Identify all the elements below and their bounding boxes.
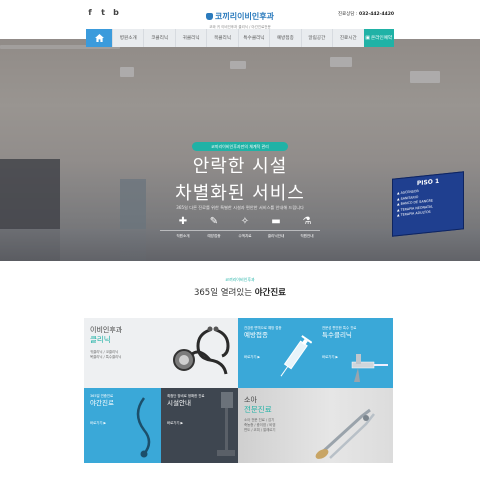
logo[interactable]: 코끼리이비인후과 코와 귀 이비인후과 클리닉 / 야간진료전문 — [0, 5, 480, 30]
hero-title-line2: 차별화된 서비스 — [175, 183, 305, 204]
hero-icons: ✚ 직원소개 ✎ 예방접종 ✧ 수액치료 ▬ 클리닉안내 ⚗ 직원안내 — [171, 215, 319, 245]
syringe-icon: ✎ — [209, 215, 219, 227]
hero-banner: PISO 1 ▲ ASCENSOR ▲ SANITARIO ▲ BANCO DE… — [0, 39, 480, 261]
hero-icon-item[interactable]: ⚗ 직원안내 — [295, 215, 319, 245]
hero-icon-item[interactable]: ✎ 예방접종 — [202, 215, 226, 245]
nav-online-reservation[interactable]: ▣ 온라인예약 — [363, 29, 394, 47]
forceps-icon — [315, 408, 375, 459]
nav-item-throat[interactable]: 목클리닉 — [206, 29, 237, 47]
nav-item-hours[interactable]: 진료시간 — [332, 29, 363, 47]
card-ent-clinic[interactable]: 이비인후과 클리닉 귀클리닉 / 코클리닉 목클리닉 / 특수클리닉 — [84, 318, 238, 388]
nav-item-ear[interactable]: 귀클리닉 — [174, 29, 206, 47]
nav-home-button[interactable] — [86, 29, 112, 47]
card-vaccine[interactable]: 건강한 면역으로 예방 접종 예방접종 바로가기 ▶ — [238, 318, 316, 388]
medicine-icon: ✧ — [240, 215, 250, 227]
calendar-icon: ▣ — [365, 35, 371, 41]
phone-info: 진료상담 : 032-442-4420 — [338, 11, 394, 17]
card-night-clinic[interactable]: 365일 연중진료 야간진료 바로가기 ▶ — [84, 388, 161, 463]
tooth-icon — [206, 13, 214, 20]
top-bar: f t b 코끼리이비인후과 코와 귀 이비인후과 클리닉 / 야간진료전문 진… — [0, 0, 480, 30]
surgical-tool-icon — [351, 354, 388, 382]
card-pediatric[interactable]: 소아 전문진료 소아 전문 진료 / 감기 축농증 / 중이염 / 비염 편도 … — [238, 388, 393, 463]
pill-icon: ▬ — [271, 215, 281, 227]
service-grid: 이비인후과 클리닉 귀클리닉 / 코클리닉 목클리닉 / 특수클리닉 건강한 면… — [84, 318, 393, 463]
logo-text: 코끼리이비인후과 — [215, 12, 274, 21]
card-facility[interactable]: 최첨단 장비로 정확한 진료 시설안내 바로가기 ▶ — [161, 388, 238, 463]
hero-icon-item[interactable]: ▬ 클리닉안내 — [264, 215, 288, 245]
phone-label: 진료상담 : — [338, 12, 358, 17]
hero-description: 365일 다른 진료를 위한 특별한 시설과 편안한 서비스를 안내해 드립니다 — [176, 205, 304, 210]
medical-equipment-icon — [217, 392, 235, 456]
hero-badge: 코끼리이비인후과만의 체계적 관리 — [192, 142, 288, 151]
card-special-clinic[interactable]: 전문성 편안한 특수 진료 특수클리닉 바로가기 ▶ — [316, 318, 393, 388]
home-icon — [94, 34, 104, 42]
hero-title-line1: 안락한 시설 — [192, 156, 288, 177]
syringe-icon — [280, 335, 312, 377]
hero-icon-item[interactable]: ✧ 수액치료 — [233, 215, 257, 245]
nav-item-about[interactable]: 병원소개 — [112, 29, 143, 47]
section-title: 365일 열려있는 야간진료 — [193, 288, 286, 298]
nav-item-special[interactable]: 특수클리닉 — [237, 29, 269, 47]
section-kicker: 코끼리이비인후과 — [225, 277, 255, 282]
phone-number[interactable]: 032-442-4420 — [359, 12, 394, 17]
main-nav: 병원소개 코클리닉 귀클리닉 목클리닉 특수클리닉 예방접종 알림공간 진료시간… — [86, 29, 394, 47]
hospital-icon: ✚ — [178, 215, 188, 227]
nav-item-nose[interactable]: 코클리닉 — [143, 29, 174, 47]
stethoscope-icon — [136, 397, 151, 458]
stethoscope-icon — [173, 326, 230, 375]
nav-item-vaccine[interactable]: 예방접종 — [269, 29, 300, 47]
flask-icon: ⚗ — [302, 215, 312, 227]
nav-item-notice[interactable]: 알림공간 — [300, 29, 332, 47]
hero-icon-item[interactable]: ✚ 직원소개 — [171, 215, 195, 245]
